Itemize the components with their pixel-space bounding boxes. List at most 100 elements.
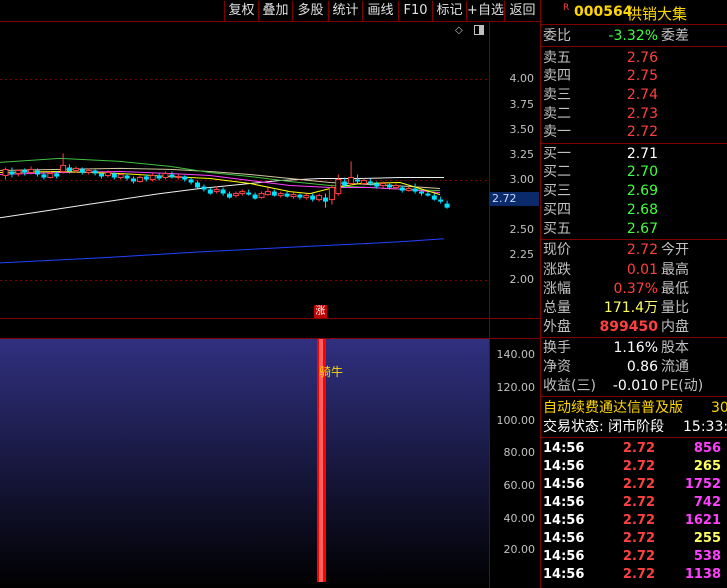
candle-body [360,180,367,185]
indicator-axis-label: 120.00 [496,381,536,394]
candle [111,172,117,180]
indicator-axis-label: 20.00 [503,543,536,556]
candle [348,161,355,186]
bid-row[interactable]: 买四 2.68 [541,201,727,219]
candle-body [9,171,15,175]
candle-body [239,191,246,195]
bid-row[interactable]: 买二 2.70 [541,163,727,181]
candle-body [277,193,284,197]
candle [227,191,232,199]
stat-row: 收益(三) -0.010 PE(动) [541,377,727,395]
ask-label: 卖五 [543,50,571,66]
ask-row[interactable]: 卖四 2.75 [541,67,727,85]
stat-row: 涨跌 0.01 最高 [541,261,727,279]
stat-row: 现价 2.72 今开 [541,241,727,259]
trade-volume: 742 [693,495,721,510]
candle [264,187,271,196]
candle-body [310,195,316,200]
statistics-button[interactable]: 统计 [328,1,362,21]
limit-up-marker-icon[interactable]: 涨 [314,305,327,318]
indicator-axis-label: 140.00 [496,348,536,361]
ask-row[interactable]: 卖二 2.73 [541,105,727,123]
stat-value: 2.72 [626,242,658,258]
candle [438,196,444,204]
candle-body [387,184,392,188]
bid-row[interactable]: 买一 2.71 [541,145,727,163]
bid-row[interactable]: 买五 2.67 [541,220,727,238]
candle-body [425,193,431,196]
ask-row[interactable]: 卖一 2.72 [541,123,727,141]
add-watchlist-button[interactable]: +自选 [466,1,504,21]
stat-row: 总量 171.4万 量比 [541,299,727,317]
candle-body [355,179,360,182]
candle-body [143,176,149,180]
candle-body [392,185,399,189]
order-ratio-value: -3.32% [608,28,658,44]
ma-blue-line [0,238,445,264]
kline-chart-svg[interactable] [0,22,540,588]
stat-value: 1.16% [613,340,658,356]
candle-body [79,169,85,173]
candle-body [188,179,194,183]
multi-stock-button[interactable]: 多股 [292,1,328,21]
window-toggle-icon[interactable] [474,25,484,35]
ask-row[interactable]: 卖三 2.74 [541,86,727,104]
moving-average-lines [0,157,445,264]
candle-body [99,173,104,177]
candle [92,169,98,176]
bid-label: 买五 [543,221,571,237]
candle [246,189,252,196]
restore-rights-button[interactable]: 复权 [224,1,258,21]
draw-line-button[interactable]: 画线 [362,1,398,21]
overlay-button[interactable]: 叠加 [258,1,292,21]
margin-trading-badge: R [563,3,570,13]
bid-label: 买三 [543,183,571,199]
candle [328,184,335,205]
trade-row: 14:56 2.72 1752 [541,476,727,494]
candle-body [246,192,252,195]
stock-code: 000564 [574,4,633,20]
candle [252,192,258,200]
price-axis-label: 3.25 [509,148,535,161]
trade-row: 14:56 2.72 742 [541,494,727,512]
candle [9,167,15,178]
stock-header[interactable]: R 000564 供销大集 [541,0,727,25]
back-button[interactable]: 返回 [504,1,540,21]
trade-status: 交易状态: 闭市阶段 [543,419,665,435]
candle [175,174,182,180]
candle-body [15,169,22,174]
bid-row[interactable]: 买三 2.69 [541,182,727,200]
bid-price: 2.69 [626,183,658,199]
candle [284,191,290,198]
f10-button[interactable]: F10 [398,1,432,21]
bid-price: 2.70 [626,164,658,180]
stat-label: 总量 [543,300,571,316]
price-axis-label: 2.00 [509,273,535,286]
candle [79,167,85,175]
ask-label: 卖二 [543,106,571,122]
diamond-icon[interactable]: ◇ [455,25,463,36]
promo-text[interactable]: 自动续费通达信普及版 [543,399,683,417]
trade-volume: 1621 [684,513,721,528]
trade-time: 14:56 [543,567,585,582]
candle-body [374,183,380,187]
stat-value: 899450 [599,319,658,335]
stock-name: 供销大集 [627,5,688,23]
candle-body [72,167,79,171]
mark-button[interactable]: 标记 [432,1,466,21]
candle [156,173,162,181]
candle-body [136,176,143,183]
candle [2,167,9,180]
chart-area[interactable]: ◇ 4.00 3.75 3.50 3.25 3.00 2.50 2.25 2.0… [0,22,540,588]
stat-label: PE(动) [661,378,704,394]
candle-body [367,181,373,184]
promo-row[interactable]: 自动续费通达信普及版 30 [541,399,727,417]
ask-row[interactable]: 卖五 2.76 [541,49,727,67]
trade-volume: 255 [693,531,721,546]
trade-time: 14:56 [543,459,585,474]
candle-body [104,171,111,176]
trade-price: 2.72 [622,531,655,546]
candle-body [438,199,444,202]
candle [22,168,28,176]
candle-body [258,193,265,199]
